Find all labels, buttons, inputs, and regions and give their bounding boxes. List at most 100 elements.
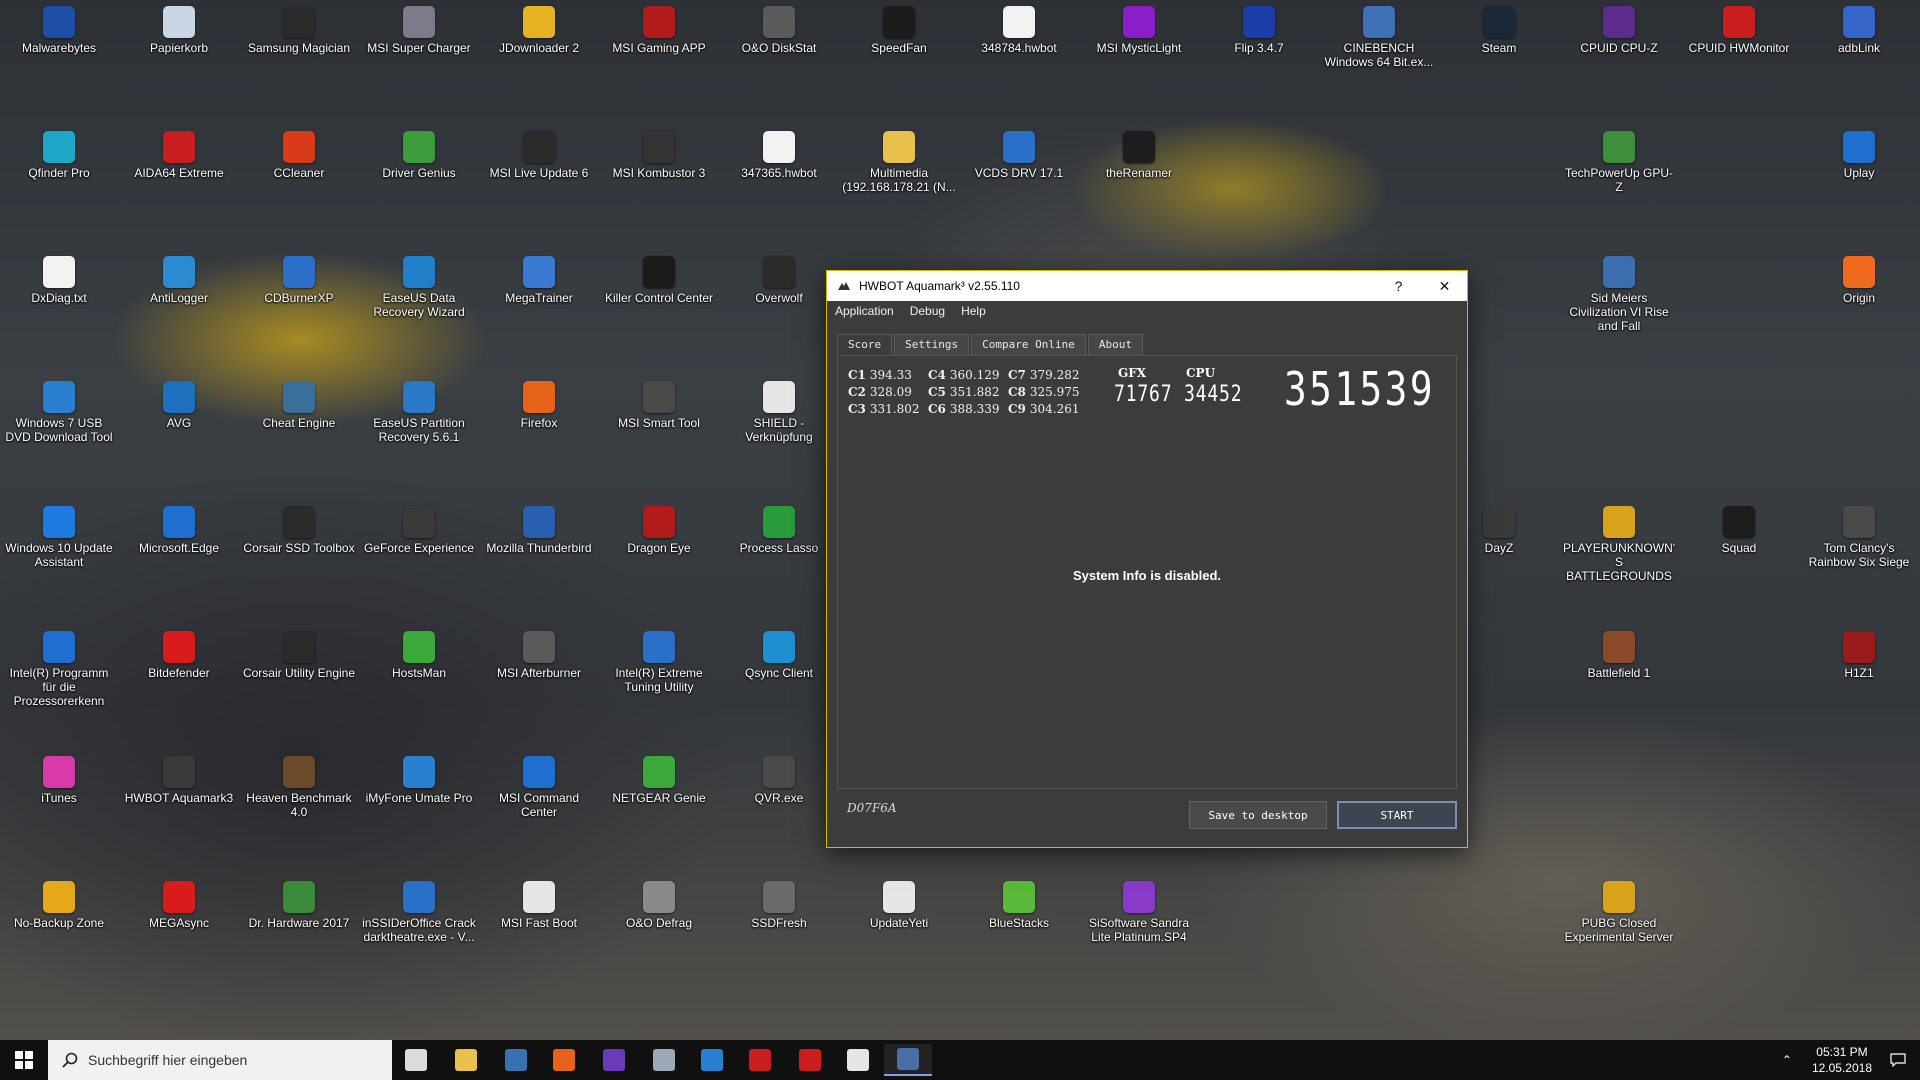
desktop-icon[interactable]: theRenamer bbox=[1080, 131, 1198, 180]
desktop-icon[interactable]: MEGAsync bbox=[120, 881, 238, 930]
taskbar-cpu-z-button[interactable] bbox=[590, 1044, 638, 1076]
desktop-icon[interactable]: Driver Genius bbox=[360, 131, 478, 180]
desktop-icon[interactable]: MSI MysticLight bbox=[1080, 6, 1198, 55]
desktop-icon[interactable]: Uplay bbox=[1800, 131, 1918, 180]
desktop-icon[interactable]: VCDS DRV 17.1 bbox=[960, 131, 1078, 180]
tray-chevron-up-icon[interactable]: ⌃ bbox=[1782, 1053, 1792, 1067]
desktop-icon[interactable]: NETGEAR Genie bbox=[600, 756, 718, 805]
desktop-icon[interactable]: Tom Clancy's Rainbow Six Siege bbox=[1800, 506, 1918, 569]
desktop-icon[interactable]: HostsMan bbox=[360, 631, 478, 680]
desktop-icon[interactable]: Steam bbox=[1440, 6, 1558, 55]
taskbar-hwmonitor-button[interactable] bbox=[786, 1044, 834, 1076]
desktop-icon[interactable]: SSDFresh bbox=[720, 881, 838, 930]
desktop-icon[interactable]: iMyFone Umate Pro bbox=[360, 756, 478, 805]
taskbar-aquamark-button[interactable] bbox=[884, 1044, 932, 1076]
tab-settings[interactable]: Settings bbox=[894, 334, 970, 356]
desktop-icon[interactable]: BlueStacks bbox=[960, 881, 1078, 930]
close-button[interactable]: ✕ bbox=[1422, 271, 1467, 301]
desktop-icon[interactable]: Process Lasso bbox=[720, 506, 838, 555]
desktop-icon[interactable]: inSSIDerOffice Crack darktheatre.exe - V… bbox=[360, 881, 478, 944]
desktop-icon[interactable]: iTunes bbox=[0, 756, 118, 805]
start-button-windows[interactable] bbox=[0, 1040, 48, 1080]
desktop-icon[interactable]: MSI Afterburner bbox=[480, 631, 598, 680]
desktop-icon[interactable]: TechPowerUp GPU-Z bbox=[1560, 131, 1678, 194]
desktop-icon[interactable]: O&O Defrag bbox=[600, 881, 718, 930]
desktop-icon[interactable]: CDBurnerXP bbox=[240, 256, 358, 305]
desktop-icon[interactable]: MSI Smart Tool bbox=[600, 381, 718, 430]
desktop-icon[interactable]: AIDA64 Extreme bbox=[120, 131, 238, 180]
tab-compare-online[interactable]: Compare Online bbox=[971, 334, 1086, 356]
window-titlebar[interactable]: HWBOT Aquamark³ v2.55.110 ? ✕ bbox=[827, 271, 1467, 301]
taskbar-panda-app-button[interactable] bbox=[834, 1044, 882, 1076]
taskbar-search[interactable]: Suchbegriff hier eingeben bbox=[48, 1040, 392, 1080]
desktop-icon[interactable]: No-Backup Zone bbox=[0, 881, 118, 930]
desktop-icon[interactable]: adbLink bbox=[1800, 6, 1918, 55]
desktop-icon[interactable]: EaseUS Partition Recovery 5.6.1 bbox=[360, 381, 478, 444]
desktop-icon[interactable]: Killer Control Center bbox=[600, 256, 718, 305]
clock[interactable]: 05:31 PM 12.05.2018 bbox=[1812, 1044, 1872, 1076]
desktop-icon[interactable]: Bitdefender bbox=[120, 631, 238, 680]
desktop-icon[interactable]: Windows 10 Update Assistant bbox=[0, 506, 118, 569]
desktop-icon[interactable]: CINEBENCH Windows 64 Bit.ex... bbox=[1320, 6, 1438, 69]
taskbar-file-explorer-button[interactable] bbox=[442, 1044, 490, 1076]
taskbar-edge-legacy-button[interactable] bbox=[492, 1044, 540, 1076]
menu-application[interactable]: Application bbox=[835, 304, 894, 318]
desktop-icon[interactable]: SiSoftware Sandra Lite Platinum.SP4 bbox=[1080, 881, 1198, 944]
desktop-icon[interactable]: Qfinder Pro bbox=[0, 131, 118, 180]
desktop-icon[interactable]: Sid Meiers Civilization VI Rise and Fall bbox=[1560, 256, 1678, 333]
desktop-icon[interactable]: DxDiag.txt bbox=[0, 256, 118, 305]
save-to-desktop-button[interactable]: Save to desktop bbox=[1189, 801, 1327, 829]
desktop-icon[interactable]: Intel(R) Extreme Tuning Utility bbox=[600, 631, 718, 694]
taskbar-firefox-button[interactable] bbox=[540, 1044, 588, 1076]
desktop-icon[interactable]: Dr. Hardware 2017 bbox=[240, 881, 358, 930]
desktop-icon[interactable]: Qsync Client bbox=[720, 631, 838, 680]
desktop-icon[interactable]: JDownloader 2 bbox=[480, 6, 598, 55]
desktop-icon[interactable]: QVR.exe bbox=[720, 756, 838, 805]
help-button[interactable]: ? bbox=[1376, 271, 1421, 301]
desktop-icon[interactable]: Firefox bbox=[480, 381, 598, 430]
taskbar-aida64-button[interactable] bbox=[736, 1044, 784, 1076]
desktop-icon[interactable]: CPUID HWMonitor bbox=[1680, 6, 1798, 55]
desktop-icon[interactable]: AVG bbox=[120, 381, 238, 430]
desktop-icon[interactable]: 347365.hwbot bbox=[720, 131, 838, 180]
taskbar-task-view-button[interactable] bbox=[392, 1044, 440, 1076]
desktop-icon[interactable]: MSI Super Charger bbox=[360, 6, 478, 55]
desktop-icon[interactable]: Microsoft.Edge bbox=[120, 506, 238, 555]
desktop-icon[interactable]: Corsair Utility Engine bbox=[240, 631, 358, 680]
desktop-icon[interactable]: Flip 3.4.7 bbox=[1200, 6, 1318, 55]
desktop-icon[interactable]: MSI Kombustor 3 bbox=[600, 131, 718, 180]
desktop-icon[interactable]: Windows 7 USB DVD Download Tool bbox=[0, 381, 118, 444]
desktop-icon[interactable]: SHIELD - Verknüpfung bbox=[720, 381, 838, 444]
menu-help[interactable]: Help bbox=[961, 304, 986, 318]
desktop-icon[interactable]: MegaTrainer bbox=[480, 256, 598, 305]
desktop-icon[interactable]: Overwolf bbox=[720, 256, 838, 305]
desktop-icon[interactable]: SpeedFan bbox=[840, 6, 958, 55]
desktop-icon[interactable]: H1Z1 bbox=[1800, 631, 1918, 680]
desktop-icon[interactable]: GeForce Experience bbox=[360, 506, 478, 555]
desktop-icon[interactable]: AntiLogger bbox=[120, 256, 238, 305]
desktop-icon[interactable]: Intel(R) Programm für die Prozessorerken… bbox=[0, 631, 118, 708]
desktop-icon[interactable]: EaseUS Data Recovery Wizard bbox=[360, 256, 478, 319]
desktop-icon[interactable]: Multimedia (192.168.178.21 (N... bbox=[840, 131, 958, 194]
desktop-icon[interactable]: Battlefield 1 bbox=[1560, 631, 1678, 680]
notification-icon[interactable] bbox=[1890, 1053, 1906, 1067]
desktop-icon[interactable]: MSI Command Center bbox=[480, 756, 598, 819]
desktop-icon[interactable]: 348784.hwbot bbox=[960, 6, 1078, 55]
desktop-icon[interactable]: CCleaner bbox=[240, 131, 358, 180]
desktop-icon[interactable]: MSI Fast Boot bbox=[480, 881, 598, 930]
desktop-icon[interactable]: Samsung Magician bbox=[240, 6, 358, 55]
desktop-icon[interactable]: MSI Gaming APP bbox=[600, 6, 718, 55]
desktop-icon[interactable]: Squad bbox=[1680, 506, 1798, 555]
desktop-icon[interactable]: Corsair SSD Toolbox bbox=[240, 506, 358, 555]
desktop-icon[interactable]: O&O DiskStat bbox=[720, 6, 838, 55]
taskbar-network-tool-button[interactable] bbox=[640, 1044, 688, 1076]
desktop-icon[interactable]: Dragon Eye bbox=[600, 506, 718, 555]
desktop-icon[interactable]: Heaven Benchmark 4.0 bbox=[240, 756, 358, 819]
menu-debug[interactable]: Debug bbox=[910, 304, 945, 318]
desktop-icon[interactable]: PUBG Closed Experimental Server bbox=[1560, 881, 1678, 944]
desktop-icon[interactable]: PLAYERUNKNOWN'S BATTLEGROUNDS bbox=[1560, 506, 1678, 583]
desktop-icon[interactable]: MSI Live Update 6 bbox=[480, 131, 598, 180]
aquamark-window[interactable]: HWBOT Aquamark³ v2.55.110 ? ✕ Applicatio… bbox=[826, 270, 1468, 848]
desktop-icon[interactable]: Cheat Engine bbox=[240, 381, 358, 430]
tab-score[interactable]: Score bbox=[837, 334, 893, 356]
